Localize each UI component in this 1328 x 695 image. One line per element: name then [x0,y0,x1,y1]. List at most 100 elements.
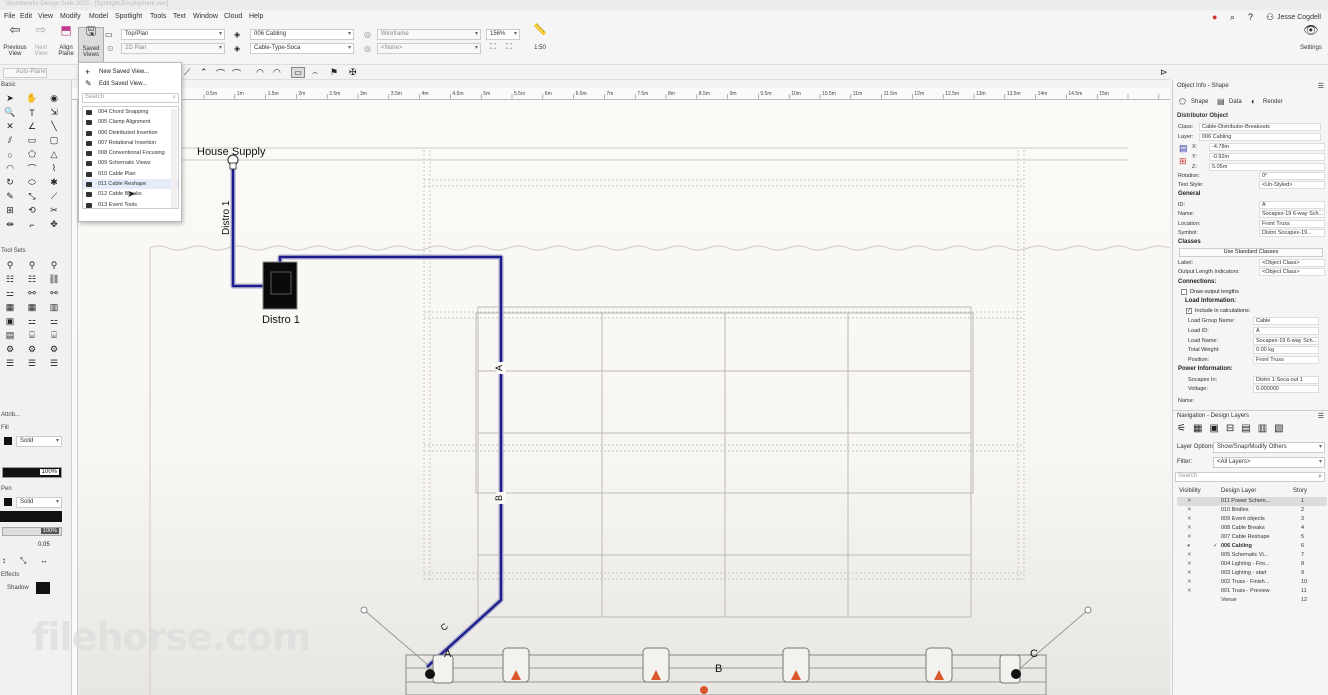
pen-color-swatch[interactable] [4,498,12,506]
zoom-tool-icon[interactable]: 🔍 [3,107,17,118]
draw-output-lengths-checkbox[interactable] [1181,289,1187,295]
eyedropper-tool-icon[interactable]: ✎ [3,191,17,202]
pen-opacity-bar[interactable] [0,511,62,522]
arrowhead-icon[interactable]: ↕ [2,556,6,565]
layer-row[interactable]: ✕ 004 Lighting - Fini... 8 [1177,560,1327,569]
offset-tool-icon[interactable]: ⟋ [47,191,61,202]
cross-mode-icon[interactable]: ✠ [349,67,357,78]
smooth-mode-icon[interactable]: ◠ [273,67,281,78]
rigging-point-left[interactable] [360,606,368,614]
rotation-value[interactable]: 0° [1259,172,1325,180]
fixture-icon[interactable]: ⚙ [3,344,17,355]
fill-style-dropdown[interactable]: Solid [16,436,62,447]
rounded-rect-tool-icon[interactable]: ▢ [47,135,61,146]
drawing-area[interactable]: House Supply Distro 1 Distro 1 A B C A B… [78,100,1170,695]
saved-view-item[interactable]: 006 Distributed Insertion [83,128,178,138]
active-class-dropdown[interactable]: Cable-Type-Soca [250,43,354,54]
polyline-mode-icon[interactable]: ⟋ [184,67,190,78]
polyline-tool-icon[interactable]: ⌒ [25,163,39,174]
fill-opacity-bar[interactable]: 100% [2,467,62,478]
id-value[interactable]: A [1259,201,1325,209]
triangle-tool-icon[interactable]: △ [47,149,61,160]
render-plane-dropdown[interactable]: 2D Plan [121,43,225,54]
load-name-value[interactable]: Socapex-19 6-way Sch... [1253,337,1319,345]
layer-options-dropdown[interactable]: Show/Snap/Modify Others [1213,442,1325,453]
line-tool-icon[interactable]: ╲ [47,121,61,132]
pen-style-dropdown[interactable]: Solid [16,497,62,508]
saved-view-item[interactable]: 013 Event Tools [83,200,178,208]
palette-menu-icon[interactable]: ☰ [1318,82,1324,90]
reshape-tool-icon[interactable]: ⤡ [25,191,39,202]
flag-mode-icon[interactable]: ⚑ [330,67,338,78]
class-value[interactable]: Cable-Distributor-Breakouts [1199,123,1321,131]
layer-row[interactable]: ✕ 009 Event objects 3 [1177,515,1327,524]
layer-row[interactable]: ✕ 007 Cable Reshape 5 [1177,533,1327,542]
chair-icon[interactable]: ⚙ [25,344,39,355]
video-screen-icon[interactable]: ▣ [3,316,17,327]
panel-collapse-icon[interactable]: ⊳ [1160,67,1168,78]
layer-visibility[interactable]: ● [1187,543,1190,549]
rigging-point-right[interactable] [1084,606,1092,614]
saved-view-item[interactable]: 011 Cable Reshape [83,179,178,190]
user-icon[interactable]: ⚇ [1266,12,1274,26]
view-plane-dropdown[interactable]: Top/Plan [121,29,225,40]
saved-views-scrollbar[interactable] [171,109,177,208]
new-saved-view-item[interactable]: New Saved View... [99,69,149,75]
scale-tool-icon[interactable]: ⇹ [3,219,17,230]
nav-menu-icon[interactable]: ☰ [1318,412,1324,420]
location-value[interactable]: Front Truss [1259,220,1325,228]
layer-visibility[interactable]: ✕ [1187,516,1192,522]
z-value[interactable]: 5.05m [1209,163,1325,171]
auto-plane-toggle[interactable]: Auto-Plane [3,68,47,78]
connect-tool-icon[interactable]: ⌐ [25,219,39,230]
layer-row[interactable]: Venue 12 [1177,596,1327,605]
spiral-tool-icon[interactable]: ↻ [3,177,17,188]
corner-mode-icon[interactable]: ⌃ [200,67,208,78]
tab-data[interactable]: Data [1229,99,1242,105]
rectangle-tool-icon[interactable]: ▭ [25,135,39,146]
menu-spotlight[interactable]: Spotlight [115,13,142,20]
rectangle-mode-icon[interactable]: ▭ [291,67,305,78]
audio-icon[interactable]: ⌸ [47,330,61,341]
text-style-value[interactable]: <Un-Styled> [1259,181,1325,189]
symbol-value[interactable]: Distro Socapex-19... [1259,229,1325,237]
filter-dropdown[interactable]: <All Layers> [1213,457,1325,468]
projector-icon[interactable]: ▤ [3,330,17,341]
layer-row[interactable]: ✕ 010 Bridles 2 [1177,506,1327,515]
bridle-icon[interactable]: ⛓ [47,274,61,285]
menu-text[interactable]: Text [173,13,186,20]
use-standard-classes-button[interactable]: Use Standard Classes [1179,248,1323,257]
tab-render[interactable]: Render [1263,99,1283,105]
menu-modify[interactable]: Modify [60,13,81,20]
cable-tool-icon[interactable]: ⚯ [25,288,39,299]
arc-tool-icon[interactable]: ◠ [3,163,17,174]
voltage-value[interactable]: 0.000000 [1253,385,1319,393]
edit-saved-view-item[interactable]: Edit Saved View... [99,81,147,87]
zoom-field[interactable]: 156% [486,29,520,40]
menu-file[interactable]: File [4,13,15,20]
position-grid-icon[interactable]: ▤ [1179,143,1188,154]
saved-view-item[interactable]: 005 Clamp Alignment [83,117,178,127]
layer-visibility[interactable]: ✕ [1187,498,1192,504]
layer-row[interactable]: ✕ 003 Lighting - start 9 [1177,569,1327,578]
truss-icon[interactable]: ☷ [3,274,17,285]
saved-view-item[interactable]: 007 Rotational Insertion [83,138,178,148]
distro-output-a[interactable] [425,669,435,679]
saved-view-item[interactable]: 008 Conventional Focusing [83,148,178,158]
include-calculations-checkbox[interactable]: ✓ [1186,308,1192,314]
saved-views-button[interactable]: 🖫 Saved Views [78,25,104,63]
y-value[interactable]: -0.92m [1209,153,1325,161]
zoom-fit-icon[interactable]: ⛶ [490,42,496,52]
camera-icon[interactable]: ⌸ [25,330,39,341]
total-weight-value[interactable]: 0.00 kg [1253,346,1319,354]
layer-row[interactable]: ✕ 005 Schematic Vi... 7 [1177,551,1327,560]
label-icon[interactable]: ⚲ [47,260,61,271]
zoom-selection-icon[interactable]: ⛶ [506,42,512,52]
line-type-icon[interactable]: ⤡ [20,556,26,566]
distro-tool-icon[interactable]: ⚯ [47,288,61,299]
stage-plug-icon[interactable]: ▦ [25,302,39,313]
story-column-header[interactable]: Story [1293,488,1307,494]
menu-window[interactable]: Window [193,13,218,20]
polygon-tool-icon[interactable]: ⬠ [25,149,39,160]
layer-visibility[interactable]: ✕ [1187,552,1192,558]
